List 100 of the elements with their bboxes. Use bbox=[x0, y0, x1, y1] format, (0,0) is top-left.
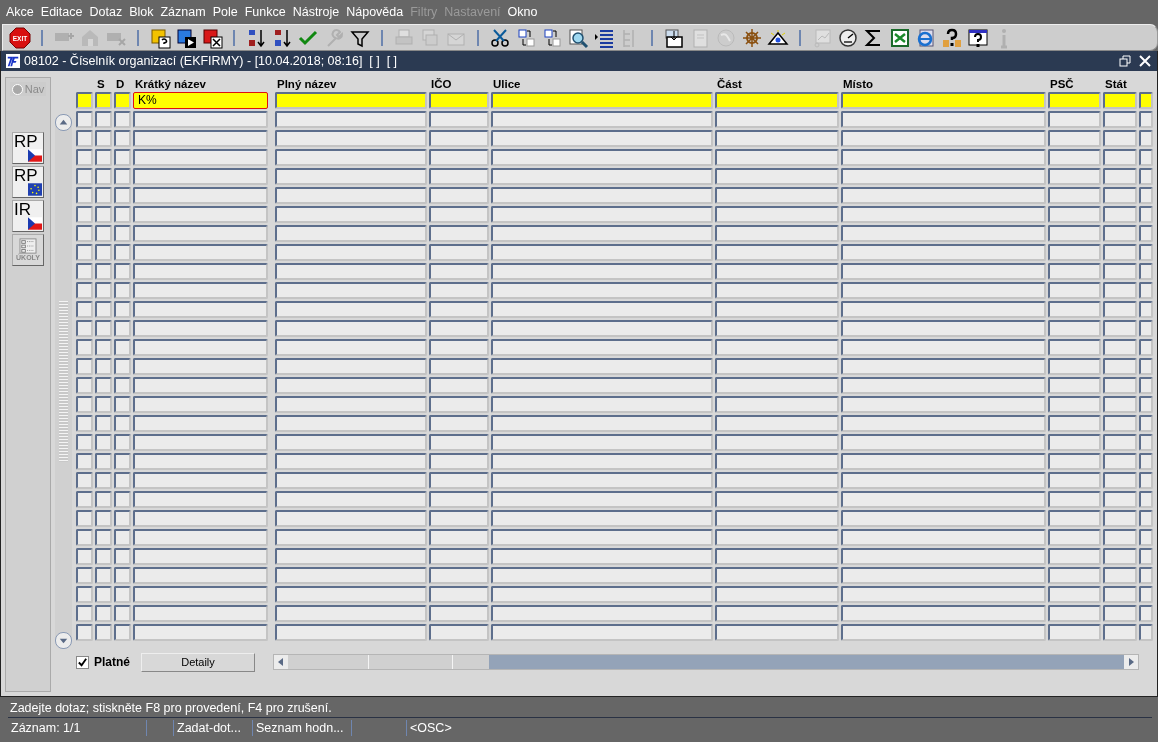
input-field[interactable] bbox=[133, 168, 268, 185]
table-cell bbox=[95, 396, 112, 413]
table-cell bbox=[1103, 206, 1137, 223]
menu-item[interactable]: Nápověda bbox=[343, 5, 408, 19]
help-icon[interactable] bbox=[941, 26, 963, 49]
query-icon[interactable] bbox=[149, 26, 171, 49]
scroll-right-icon[interactable] bbox=[1124, 655, 1138, 669]
table-cell bbox=[1048, 168, 1101, 185]
column-header: Místo bbox=[842, 77, 875, 92]
scroll-left-icon[interactable] bbox=[274, 655, 288, 669]
table-cell bbox=[114, 206, 131, 223]
browser-icon[interactable] bbox=[915, 26, 937, 49]
table-cell bbox=[429, 510, 489, 527]
table-cell bbox=[114, 263, 131, 280]
import-icon[interactable] bbox=[663, 26, 685, 49]
details-button[interactable]: Detaily bbox=[141, 652, 255, 672]
input-field[interactable] bbox=[133, 244, 268, 261]
side-button[interactable]: RP bbox=[12, 166, 44, 198]
scroll-down-icon[interactable] bbox=[55, 632, 72, 649]
magnifier-icon[interactable] bbox=[567, 26, 589, 49]
input-field[interactable] bbox=[133, 130, 268, 147]
table-cell bbox=[1048, 472, 1101, 489]
menu-item[interactable]: Pole bbox=[209, 5, 242, 19]
input-field[interactable] bbox=[133, 491, 268, 508]
input-field[interactable] bbox=[133, 586, 268, 603]
input-field[interactable] bbox=[133, 567, 268, 584]
input-field[interactable] bbox=[133, 187, 268, 204]
table-cell bbox=[1048, 605, 1101, 622]
input-field[interactable] bbox=[133, 149, 268, 166]
table-cell bbox=[95, 168, 112, 185]
table-cell bbox=[95, 263, 112, 280]
input-field[interactable] bbox=[133, 206, 268, 223]
input-field[interactable] bbox=[133, 358, 268, 375]
input-field[interactable] bbox=[133, 548, 268, 565]
menu-item[interactable]: Funkce bbox=[241, 5, 290, 19]
table-cell bbox=[95, 415, 112, 432]
input-field[interactable] bbox=[133, 605, 268, 622]
menu-item[interactable]: Záznam bbox=[157, 5, 210, 19]
input-field[interactable] bbox=[133, 377, 268, 394]
restore-icon[interactable] bbox=[1119, 55, 1131, 67]
help-icon[interactable] bbox=[967, 26, 989, 49]
side-button[interactable]: RP bbox=[12, 132, 44, 164]
side-button[interactable]: IR bbox=[12, 200, 44, 232]
input-field[interactable] bbox=[133, 263, 268, 280]
table-cell bbox=[1103, 377, 1137, 394]
input-field[interactable] bbox=[133, 301, 268, 318]
table-cell bbox=[1139, 624, 1153, 641]
table-cell bbox=[1048, 624, 1101, 641]
table-cell bbox=[114, 586, 131, 603]
input-field[interactable] bbox=[133, 510, 268, 527]
menu-item[interactable]: Akce bbox=[3, 5, 38, 19]
table-cell bbox=[114, 624, 131, 641]
input-field[interactable] bbox=[133, 282, 268, 299]
input-field[interactable] bbox=[133, 225, 268, 242]
table-cell bbox=[95, 491, 112, 508]
input-field[interactable] bbox=[133, 472, 268, 489]
menu-item[interactable]: Dotaz bbox=[86, 5, 127, 19]
input-field[interactable] bbox=[133, 453, 268, 470]
table-cell bbox=[1139, 396, 1153, 413]
query-run-icon[interactable] bbox=[175, 26, 197, 49]
input-field[interactable] bbox=[133, 320, 268, 337]
horizontal-scrollbar[interactable] bbox=[273, 654, 1139, 670]
gauge-icon[interactable] bbox=[837, 26, 859, 49]
table-cell bbox=[429, 453, 489, 470]
flag-icon bbox=[28, 183, 42, 196]
swap-icon[interactable] bbox=[541, 26, 563, 49]
spreadsheet-icon[interactable] bbox=[889, 26, 911, 49]
table-cell bbox=[429, 92, 489, 109]
table-cell bbox=[95, 434, 112, 451]
checkbox[interactable] bbox=[76, 655, 89, 669]
vertical-scrollbar[interactable] bbox=[55, 114, 72, 649]
menu-item[interactable]: Nástroje bbox=[289, 5, 344, 19]
close-icon[interactable] bbox=[1139, 55, 1151, 67]
table-cell bbox=[1139, 586, 1153, 603]
input-field[interactable]: K% bbox=[133, 92, 268, 109]
table-cell bbox=[1103, 624, 1137, 641]
input-field[interactable] bbox=[133, 415, 268, 432]
swap-icon[interactable] bbox=[515, 26, 537, 49]
wheel-icon[interactable] bbox=[741, 26, 763, 49]
table-cell bbox=[1139, 130, 1153, 147]
table-cell bbox=[1048, 187, 1101, 204]
input-field[interactable] bbox=[133, 529, 268, 546]
input-field[interactable] bbox=[133, 624, 268, 641]
input-field[interactable] bbox=[133, 396, 268, 413]
table-cell bbox=[114, 149, 131, 166]
scroll-up-icon[interactable] bbox=[55, 114, 72, 131]
table-cell bbox=[1103, 301, 1137, 318]
menu-item[interactable]: Blok bbox=[126, 5, 158, 19]
menu-item[interactable]: Editace bbox=[37, 5, 87, 19]
table-cell bbox=[429, 472, 489, 489]
table-cell bbox=[429, 491, 489, 508]
query-cancel-icon[interactable] bbox=[201, 26, 223, 49]
input-field[interactable] bbox=[133, 434, 268, 451]
input-field[interactable] bbox=[133, 111, 268, 128]
input-field[interactable] bbox=[133, 339, 268, 356]
column-header: PSČ bbox=[1049, 77, 1075, 92]
scrollbar-grip[interactable] bbox=[59, 301, 68, 462]
table-cell bbox=[1048, 111, 1101, 128]
table-cell bbox=[1103, 149, 1137, 166]
menu-item[interactable]: Okno bbox=[504, 5, 542, 19]
